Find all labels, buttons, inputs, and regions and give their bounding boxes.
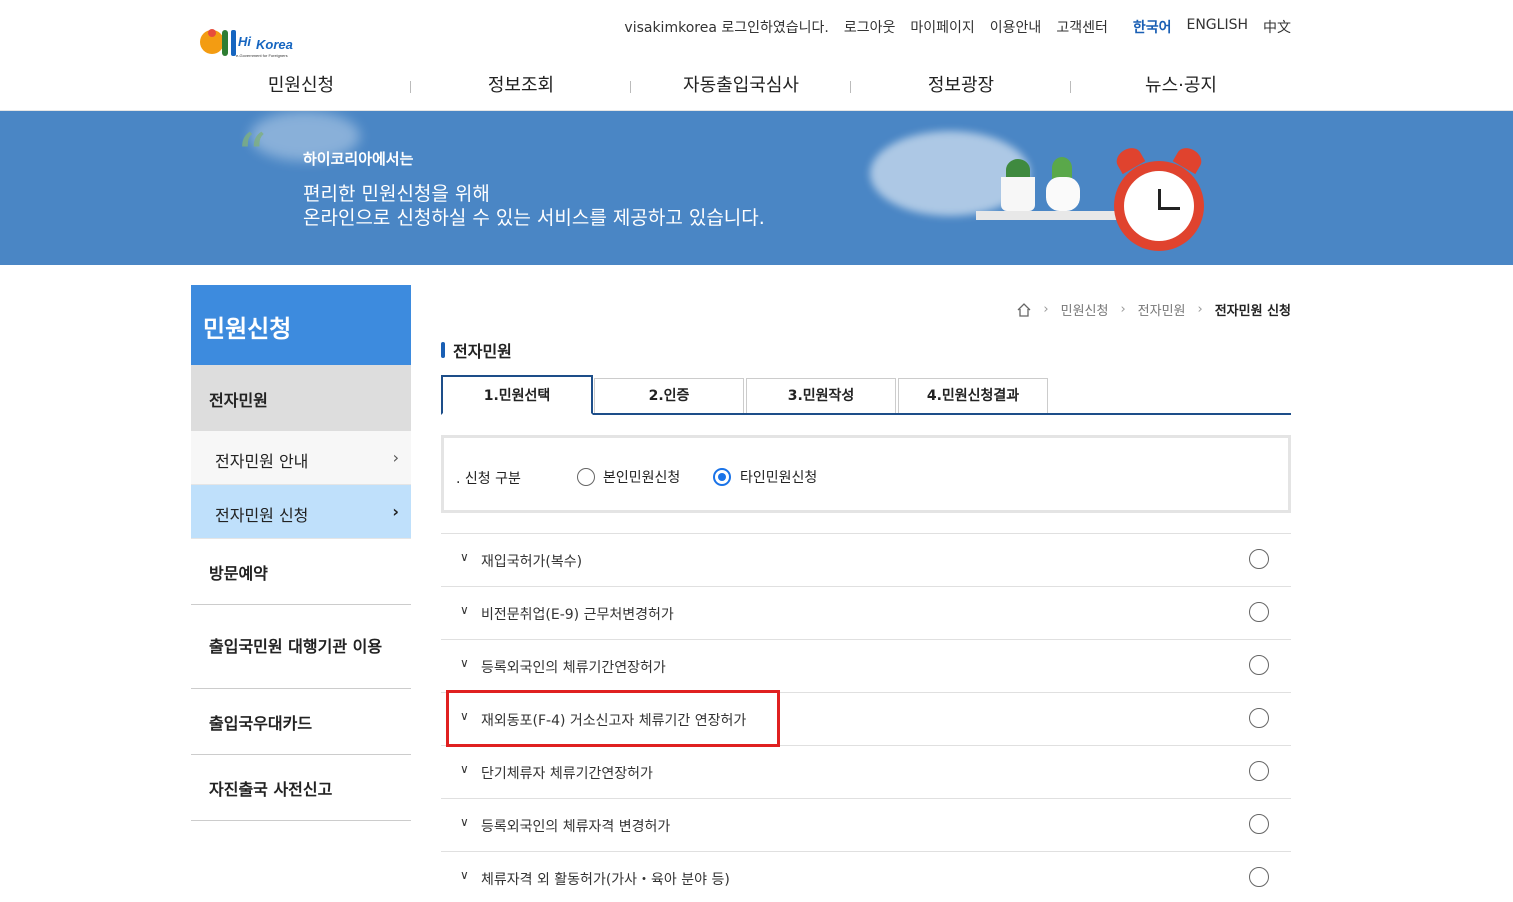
sidebar-item-e-civil-apply[interactable]: 전자민원 신청 › (191, 485, 411, 539)
customer-center-link[interactable]: 고객센터 (1056, 17, 1108, 37)
quote-icon: “ (236, 121, 267, 191)
chevron-down-icon[interactable]: ∨ (460, 762, 469, 776)
list-item[interactable]: ∨ 체류자격 외 활동허가(가사・육아 분야 등) (441, 851, 1291, 902)
sidebar-item-agency[interactable]: 출입국민원 대행기관 이용 (191, 605, 411, 689)
sidebar-item-label: 전자민원 신청 (215, 506, 309, 525)
tab-step-4[interactable]: 4.민원신청결과 (898, 378, 1048, 413)
sidebar-item-voluntary-departure[interactable]: 자진출국 사전신고 (191, 755, 411, 821)
banner-line-3: 온라인으로 신청하실 수 있는 서비스를 제공하고 있습니다. (303, 207, 765, 229)
pot-icon (1001, 177, 1035, 211)
apply-type-label: . 신청 구분 (456, 471, 521, 487)
step-tabs: 1.민원선택 2.인증 3.민원작성 4.민원신청결과 (441, 375, 1291, 415)
nav-news-notice[interactable]: 뉴스·공지 (1071, 70, 1291, 102)
list-item[interactable]: ∨ 비전문취업(E-9) 근무처변경허가 (441, 586, 1291, 639)
highlight-box (446, 690, 780, 747)
section-title: 전자민원 (441, 338, 512, 362)
select-radio[interactable] (1249, 708, 1269, 728)
chevron-down-icon[interactable]: ∨ (460, 656, 469, 670)
list-item[interactable]: ∨ 단기체류자 체류기간연장허가 (441, 745, 1291, 798)
clock-hand-icon (1158, 207, 1180, 210)
lang-english[interactable]: ENGLISH (1186, 17, 1248, 37)
tab-step-2[interactable]: 2.인증 (594, 378, 744, 413)
breadcrumb-item[interactable]: 전자민원 (1138, 300, 1186, 319)
logout-link[interactable]: 로그아웃 (844, 17, 896, 37)
list-item[interactable]: ∨ 등록외국인의 체류기간연장허가 (441, 639, 1291, 692)
chevron-down-icon[interactable]: ∨ (460, 550, 469, 564)
select-radio[interactable] (1249, 761, 1269, 781)
chevron-down-icon[interactable]: ∨ (460, 815, 469, 829)
select-radio[interactable] (1249, 814, 1269, 834)
select-radio[interactable] (1249, 867, 1269, 887)
list-item-label[interactable]: 등록외국인의 체류기간연장허가 (481, 657, 666, 677)
title-bar-icon (441, 342, 445, 358)
breadcrumb-current: 전자민원 신청 (1214, 304, 1291, 319)
sidebar-item-label: 출입국민원 대행기관 이용 (209, 637, 383, 656)
sidebar-item-preferred-card[interactable]: 출입국우대카드 (191, 689, 411, 755)
clock-hand-icon (1158, 189, 1161, 209)
sidebar-item-e-civil-guide[interactable]: 전자민원 안내 › (191, 431, 411, 485)
sidebar-item-label: 방문예약 (209, 563, 268, 583)
sidebar-item-label: 출입국우대카드 (209, 713, 313, 733)
section-title-text: 전자민원 (453, 342, 512, 361)
tab-step-3[interactable]: 3.민원작성 (746, 378, 896, 413)
chevron-right-icon: › (392, 502, 399, 521)
lang-korean[interactable]: 한국어 (1133, 17, 1172, 37)
sidebar-item-visit-reservation[interactable]: 방문예약 (191, 539, 411, 605)
nav-auto-immigration[interactable]: 자동출입국심사 (631, 70, 851, 102)
hero-banner: “ 하이코리아에서는 편리한 민원신청을 위해 온라인으로 신청하실 수 있는 … (0, 111, 1513, 265)
select-radio[interactable] (1249, 602, 1269, 622)
apply-type-box: . 신청 구분 본인민원신청 타인민원신청 (441, 435, 1291, 513)
radio-self-label[interactable]: 본인민원신청 (603, 467, 680, 487)
list-item-label[interactable]: 비전문취업(E-9) 근무처변경허가 (481, 604, 674, 624)
site-header: Hi Korea e-Government for Foreigners vis… (0, 0, 1513, 111)
login-status: visakimkorea 로그인하였습니다. (624, 20, 829, 36)
utility-bar: visakimkorea 로그인하였습니다. 로그아웃 마이페이지 이용안내 고… (624, 17, 1291, 37)
home-icon[interactable] (1017, 302, 1031, 317)
hikorea-logo[interactable]: Hi Korea e-Government for Foreigners (198, 22, 318, 62)
list-item-label[interactable]: 등록외국인의 체류자격 변경허가 (481, 816, 670, 836)
list-item-label[interactable]: 재입국허가(복수) (481, 551, 582, 571)
chevron-down-icon[interactable]: ∨ (460, 868, 469, 882)
mypage-link[interactable]: 마이페이지 (910, 17, 974, 37)
banner-line-1: 하이코리아에서는 (303, 150, 414, 168)
nav-info-plaza[interactable]: 정보광장 (851, 70, 1071, 102)
lang-chinese[interactable]: 中文 (1263, 17, 1291, 37)
sidebar-current-section[interactable]: 전자민원 (191, 365, 411, 431)
radio-proxy-label[interactable]: 타인민원신청 (740, 467, 817, 487)
select-radio[interactable] (1249, 549, 1269, 569)
nav-info-lookup[interactable]: 정보조회 (411, 70, 631, 102)
logo-icon: Hi Korea e-Government for Foreigners (200, 29, 293, 58)
pot-icon (1046, 177, 1080, 211)
svg-text:e-Government for Foreigners: e-Government for Foreigners (236, 53, 288, 58)
nav-civil-application[interactable]: 민원신청 (191, 70, 411, 102)
chevron-right-icon: › (392, 448, 399, 467)
list-item-label[interactable]: 단기체류자 체류기간연장허가 (481, 763, 653, 783)
list-item-label[interactable]: 체류자격 외 활동허가(가사・육아 분야 등) (481, 869, 730, 889)
plant-icon (1052, 157, 1072, 179)
chevron-down-icon[interactable]: ∨ (460, 603, 469, 617)
chevron-right-icon: › (1120, 302, 1126, 317)
chevron-right-icon: › (1197, 302, 1203, 317)
list-item[interactable]: ∨ 등록외국인의 체류자격 변경허가 (441, 798, 1291, 851)
svg-text:Korea: Korea (256, 37, 293, 52)
breadcrumb-item[interactable]: 민원신청 (1061, 300, 1109, 319)
radio-proxy-apply[interactable] (713, 468, 731, 486)
list-item[interactable]: ∨ 재입국허가(복수) (441, 533, 1291, 586)
sidebar-item-label: 자진출국 사전신고 (209, 779, 333, 799)
svg-text:Hi: Hi (238, 34, 251, 49)
tab-step-1[interactable]: 1.민원선택 (441, 375, 593, 415)
sidebar-item-label: 전자민원 안내 (215, 452, 309, 471)
select-radio[interactable] (1249, 655, 1269, 675)
chevron-right-icon: › (1043, 302, 1049, 317)
breadcrumb: › 민원신청 › 전자민원 › 전자민원 신청 (1017, 300, 1291, 319)
shelf-decoration (976, 211, 1126, 220)
guide-link[interactable]: 이용안내 (990, 17, 1042, 37)
main-nav: 민원신청 정보조회 자동출입국심사 정보광장 뉴스·공지 (191, 70, 1291, 102)
sidebar: 민원신청 전자민원 전자민원 안내 › 전자민원 신청 › 방문예약 출입국민원… (191, 285, 411, 821)
sidebar-title: 민원신청 (191, 285, 411, 365)
banner-line-2: 편리한 민원신청을 위해 (303, 183, 490, 205)
radio-self-apply[interactable] (577, 468, 595, 486)
